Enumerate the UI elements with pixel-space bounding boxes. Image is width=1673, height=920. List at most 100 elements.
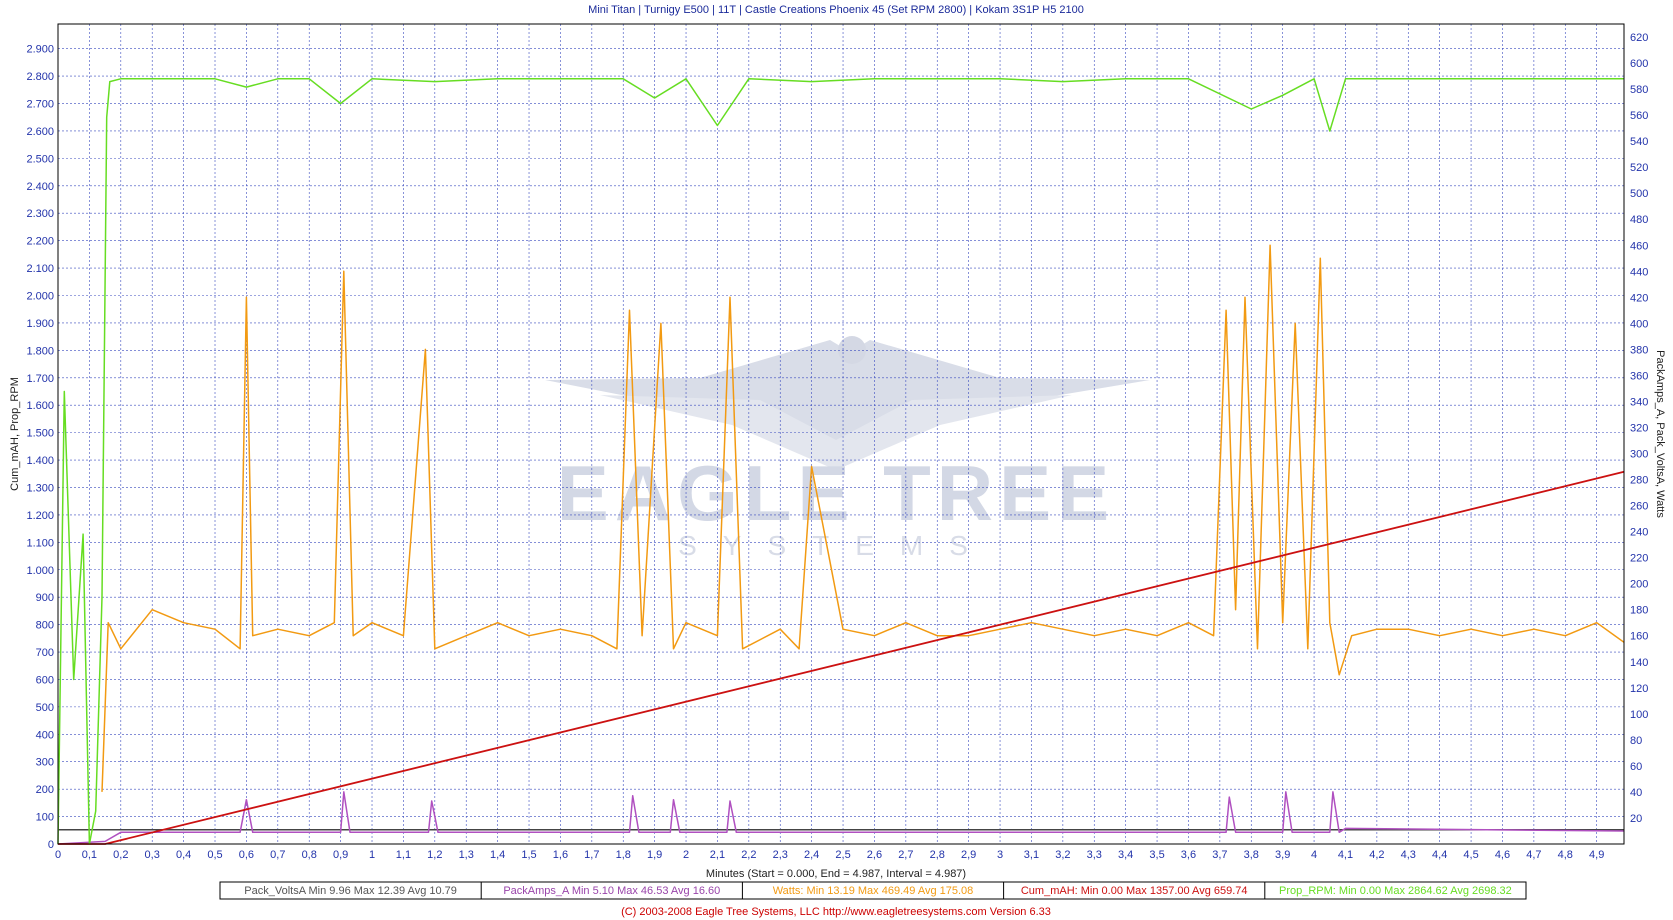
x-tick-label: 0,8 — [302, 849, 317, 861]
legend-series-name: Prop_RPM: — [1279, 885, 1339, 897]
left-tick-label: 1.400 — [26, 455, 54, 467]
x-tick-label: 0 — [55, 849, 61, 861]
left-tick-label: 500 — [36, 702, 54, 714]
right-tick-label: 240 — [1630, 527, 1648, 539]
x-tick-label: 2,8 — [930, 849, 945, 861]
x-tick-label: 4,5 — [1463, 849, 1478, 861]
right-tick-label: 580 — [1630, 84, 1648, 96]
packamps-a-series-line — [57, 791, 1625, 845]
credits-text: (C) 2003-2008 Eagle Tree Systems, LLC ht… — [621, 906, 1051, 918]
right-axis-ticks: 20 40 60 80 100 120 140 160 180 200 220 240 260 280 30… — [1630, 32, 1648, 825]
legend-series-stats: Min 13.19 Max 469.49 Avg 175.08 — [807, 885, 974, 897]
legend-series-name: Watts: — [773, 885, 807, 897]
left-tick-label: 1.600 — [26, 400, 54, 412]
right-tick-label: 500 — [1630, 188, 1648, 200]
left-tick-label: 2.500 — [26, 153, 54, 165]
x-tick-label: 0,9 — [333, 849, 348, 861]
left-axis-label: Cum_mAH, Prop_RPM — [9, 377, 21, 491]
left-tick-label: 800 — [36, 620, 54, 632]
left-tick-label: 2.200 — [26, 236, 54, 248]
right-tick-label: 380 — [1630, 344, 1648, 356]
right-tick-label: 160 — [1630, 631, 1648, 643]
left-tick-label: 2.100 — [26, 263, 54, 275]
x-tick-label: 3,4 — [1118, 849, 1133, 861]
right-tick-label: 360 — [1630, 370, 1648, 382]
right-tick-label: 420 — [1630, 292, 1648, 304]
legend-entry: PackAmps_A Min 5.10 Max 46.53 Avg 16.60 — [503, 885, 720, 897]
x-tick-label: 2,3 — [773, 849, 788, 861]
right-tick-label: 440 — [1630, 266, 1648, 278]
x-tick-label: 1,9 — [647, 849, 662, 861]
legend-series-stats: Min 5.10 Max 46.53 Avg 16.60 — [572, 885, 720, 897]
left-tick-label: 2.400 — [26, 181, 54, 193]
x-tick-label: 1,8 — [616, 849, 631, 861]
chart-title: Mini Titan | Turnigy E500 | 11T | Castle… — [588, 4, 1084, 16]
right-tick-label: 400 — [1630, 318, 1648, 330]
flight-data-chart: Mini Titan | Turnigy E500 | 11T | Castle… — [9, 4, 1666, 918]
right-tick-label: 280 — [1630, 475, 1648, 487]
legend-entry: Cum_mAH: Min 0.00 Max 1357.00 Avg 659.74 — [1021, 885, 1248, 897]
left-tick-label: 2.000 — [26, 291, 54, 303]
left-tick-label: 600 — [36, 674, 54, 686]
right-tick-label: 120 — [1630, 683, 1648, 695]
left-tick-label: 1.100 — [26, 537, 54, 549]
x-tick-label: 4,8 — [1558, 849, 1573, 861]
right-tick-label: 340 — [1630, 396, 1648, 408]
x-tick-label: 4,2 — [1369, 849, 1384, 861]
left-axis-ticks: 0 100 200 300 400 500 600 700 800 900 1.000 1.100 1.… — [26, 44, 54, 851]
left-tick-label: 0 — [48, 839, 54, 851]
right-axis-label: PackAmps_A, Pack_VoltsA, Watts — [1654, 350, 1666, 518]
x-tick-label: 1,6 — [553, 849, 568, 861]
x-tick-label: 2 — [683, 849, 689, 861]
left-tick-label: 1.700 — [26, 373, 54, 385]
x-tick-label: 1,4 — [490, 849, 505, 861]
right-tick-label: 560 — [1630, 110, 1648, 122]
x-tick-label: 1,7 — [584, 849, 599, 861]
right-tick-label: 620 — [1630, 32, 1648, 44]
x-tick-label: 0,2 — [113, 849, 128, 861]
right-tick-label: 480 — [1630, 214, 1648, 226]
x-tick-label: 4,9 — [1589, 849, 1604, 861]
left-tick-label: 1.500 — [26, 428, 54, 440]
x-axis-label: Minutes (Start = 0.000, End = 4.987, Int… — [706, 868, 966, 880]
left-tick-label: 2.900 — [26, 44, 54, 56]
x-tick-label: 4 — [1311, 849, 1317, 861]
x-tick-label: 0,4 — [176, 849, 191, 861]
x-tick-label: 2,4 — [804, 849, 819, 861]
x-tick-label: 3,9 — [1275, 849, 1290, 861]
x-axis-ticks: 0 0,1 0,2 0,3 0,4 0,5 0,6 0,7 0,8 0,9 1 1,1 1,2 1,3 1,… — [55, 849, 1604, 861]
right-tick-label: 600 — [1630, 58, 1648, 70]
x-tick-label: 2,6 — [867, 849, 882, 861]
x-tick-label: 4,3 — [1401, 849, 1416, 861]
right-tick-label: 140 — [1630, 657, 1648, 669]
right-tick-label: 260 — [1630, 501, 1648, 513]
left-tick-label: 1.000 — [26, 565, 54, 577]
left-tick-label: 100 — [36, 812, 54, 824]
eagle-tree-watermark: EAGLE TREE SYSTEMS — [545, 336, 1150, 561]
left-tick-label: 200 — [36, 784, 54, 796]
x-tick-label: 4,1 — [1338, 849, 1353, 861]
x-tick-label: 0,1 — [82, 849, 97, 861]
x-tick-label: 1,3 — [459, 849, 474, 861]
x-tick-label: 2,1 — [710, 849, 725, 861]
watermark-sub-text: SYSTEMS — [678, 530, 994, 561]
x-tick-label: 0,3 — [145, 849, 160, 861]
stats-legend: Pack_VoltsA Min 9.96 Max 12.39 Avg 10.79… — [219, 881, 1527, 900]
right-tick-label: 20 — [1630, 813, 1642, 825]
legend-entry: Watts: Min 13.19 Max 469.49 Avg 175.08 — [773, 885, 974, 897]
right-tick-label: 540 — [1630, 136, 1648, 148]
legend-entry: Prop_RPM: Min 0.00 Max 2864.62 Avg 2698.… — [1279, 885, 1512, 897]
left-tick-label: 1.900 — [26, 318, 54, 330]
right-tick-label: 100 — [1630, 709, 1648, 721]
legend-series-name: Cum_mAH: — [1021, 885, 1081, 897]
left-tick-label: 1.200 — [26, 510, 54, 522]
right-tick-label: 80 — [1630, 735, 1642, 747]
right-tick-label: 220 — [1630, 553, 1648, 565]
x-tick-label: 2,2 — [741, 849, 756, 861]
x-tick-label: 3,2 — [1055, 849, 1070, 861]
x-tick-label: 2,7 — [898, 849, 913, 861]
right-tick-label: 320 — [1630, 422, 1648, 434]
x-tick-label: 3,7 — [1212, 849, 1227, 861]
left-tick-label: 900 — [36, 592, 54, 604]
legend-series-name: Pack_VoltsA — [244, 885, 308, 897]
